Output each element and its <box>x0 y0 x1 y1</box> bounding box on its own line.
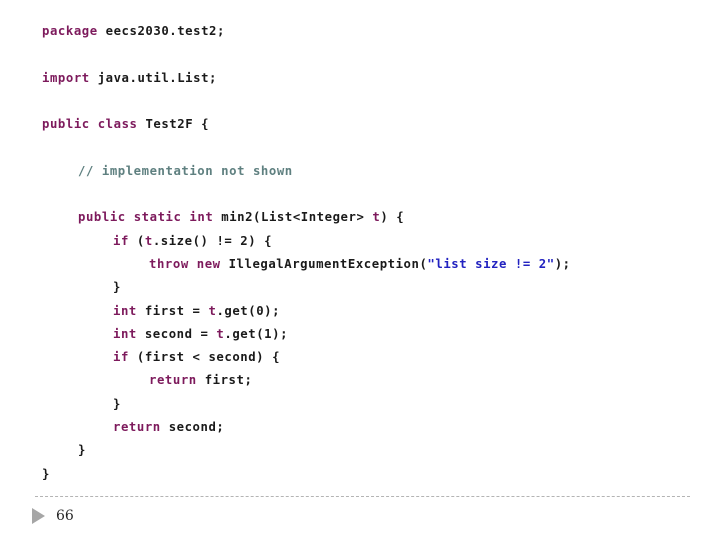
code-token-kw: int <box>189 210 214 225</box>
code-line: public class Test2F { <box>0 113 720 136</box>
code-token-pl: } <box>113 396 121 411</box>
code-token-pl: first; <box>196 373 253 388</box>
code-line: int second = t.get(1); <box>0 323 720 346</box>
code-token-kw: int <box>113 303 137 318</box>
code-token-pl: ) { <box>380 210 405 225</box>
code-token-pl: .get(0); <box>216 303 281 318</box>
code-line: public static int min2(List<Integer> t) … <box>0 206 720 229</box>
code-token-kw: public <box>42 117 90 132</box>
slide-canvas: package eecs2030.test2; import java.util… <box>0 0 720 540</box>
code-line: import java.util.List; <box>0 67 720 90</box>
code-token-kw: package <box>42 24 98 38</box>
footer-divider <box>35 496 690 497</box>
page-number: 66 <box>56 508 74 524</box>
code-token-kw: static <box>133 210 182 225</box>
code-token-kw: t <box>144 233 153 248</box>
code-token-pl: } <box>113 280 121 295</box>
code-token-str: "list size != 2" <box>427 256 555 271</box>
code-line: throw new IllegalArgumentException("list… <box>0 253 720 276</box>
code-line: } <box>0 276 720 299</box>
code-token-pl: min2(List<Integer> <box>213 210 373 225</box>
code-token-kw: return <box>113 420 161 435</box>
code-token-pl: IllegalArgumentException( <box>220 256 428 271</box>
code-token-pl: second; <box>160 420 225 435</box>
code-line: return first; <box>0 369 720 392</box>
code-token-kw: if <box>113 233 129 248</box>
code-line: int first = t.get(0); <box>0 300 720 323</box>
code-token-kw: return <box>149 373 197 388</box>
code-line: package eecs2030.test2; <box>0 20 720 43</box>
code-listing: package eecs2030.test2; import java.util… <box>0 0 720 486</box>
code-token-pl: first = <box>136 303 209 318</box>
code-token-kw: import <box>42 70 90 85</box>
code-token-kw: new <box>196 256 221 271</box>
code-token-pl: } <box>78 443 86 458</box>
code-line: if (t.size() != 2) { <box>0 230 720 253</box>
code-token-pl: } <box>42 466 50 481</box>
play-triangle-icon[interactable] <box>32 508 45 524</box>
code-token-cm: // implementation not shown <box>78 163 293 178</box>
code-token-kw: int <box>113 326 137 341</box>
code-token-pl: eecs2030.test2; <box>97 24 225 38</box>
code-token-kw: class <box>97 117 138 132</box>
code-token-kw: if <box>113 350 129 365</box>
code-line: } <box>0 463 720 486</box>
code-line: return second; <box>0 416 720 439</box>
code-token-pl: .size() != 2) { <box>152 233 273 248</box>
code-token-pl: (first < second) { <box>128 350 281 365</box>
code-line: if (first < second) { <box>0 346 720 369</box>
code-token-pl: java.util.List; <box>89 70 217 85</box>
code-line: } <box>0 439 720 462</box>
code-token-pl: ); <box>554 256 571 271</box>
code-token-pl: ( <box>128 233 145 248</box>
code-token-kw: public <box>78 210 126 225</box>
code-line: // implementation not shown <box>0 160 720 183</box>
code-token-pl: Test2F { <box>137 117 210 132</box>
code-token-kw: throw <box>149 256 189 271</box>
code-token-pl: .get(1); <box>224 326 289 341</box>
slide-footer: 66 <box>32 503 232 529</box>
code-token-pl: second = <box>136 326 217 341</box>
code-line: } <box>0 393 720 416</box>
